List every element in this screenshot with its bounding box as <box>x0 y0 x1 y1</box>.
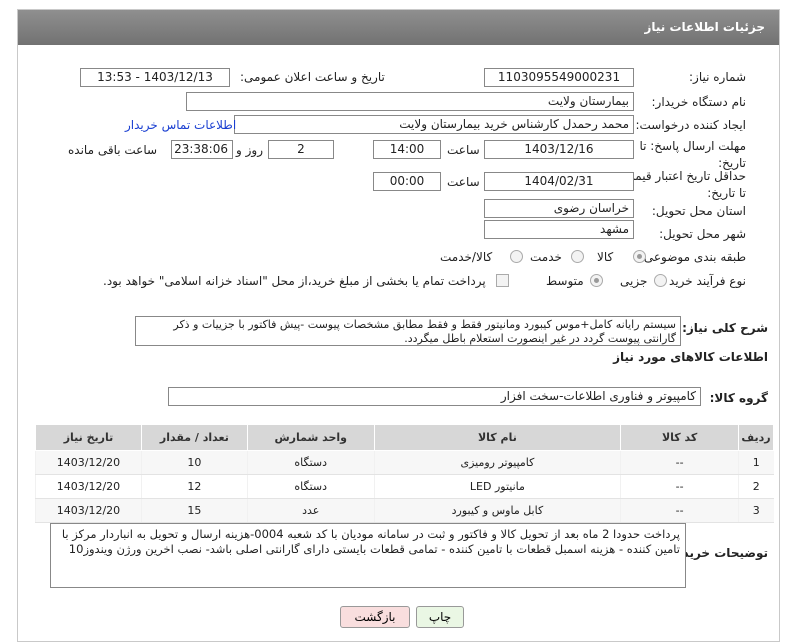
remaining-label: ساعت باقی مانده <box>68 143 158 157</box>
need-number-label: شماره نیاز: <box>689 70 746 84</box>
cell-need-date: 1403/12/20 <box>35 474 142 499</box>
description-field: سیستم رایانه کامل+موس کیبورد ومانیتور فق… <box>135 316 681 346</box>
remaining-time-field: 23:38:06 <box>171 140 233 159</box>
cell-item-code: -- <box>620 450 739 475</box>
creator-label: ایجاد کننده درخواست: <box>635 118 746 132</box>
need-number-field: 1103095549000231 <box>484 68 634 87</box>
col-header-unit: واحد شمارش <box>246 424 375 451</box>
col-header-row-number: ردیف <box>738 424 774 451</box>
cell-quantity: 15 <box>140 498 248 523</box>
cell-unit: دستگاه <box>246 450 375 475</box>
category-label: طبقه بندی موضوعی: <box>639 250 746 264</box>
items-table: ردیف کد کالا نام کالا واحد شمارش تعداد /… <box>35 424 774 523</box>
process-option-minor: جزیی <box>620 274 648 288</box>
col-header-item-name: نام کالا <box>373 424 622 451</box>
cell-quantity: 10 <box>140 450 248 475</box>
province-label: استان محل تحویل: <box>651 204 746 218</box>
creator-field: محمد رحمدل کارشناس خرید بیمارستان ولایت <box>234 115 634 134</box>
deadline-time-field: 14:00 <box>373 140 441 159</box>
buyer-notes-field: پرداخت حدودا 2 ماه بعد از تحویل کالا و ف… <box>50 523 686 588</box>
goods-group-field: کامپیوتر و فناوری اطلاعات-سخت افزار <box>168 387 701 406</box>
buyer-label: نام دستگاه خریدار: <box>651 95 747 109</box>
cell-item-code: -- <box>620 498 739 523</box>
process-label: نوع فرآیند خرید : <box>661 274 746 288</box>
category-radio-goods-service[interactable] <box>510 250 523 263</box>
table-row: 1 -- کامپیوتر رومیزی دستگاه 10 1403/12/2… <box>35 450 774 475</box>
buyer-field: بیمارستان ولایت <box>186 92 634 111</box>
validity-date-field: 1404/02/31 <box>484 172 634 191</box>
validity-time-field: 00:00 <box>373 172 441 191</box>
category-option-goods: کالا <box>597 250 614 264</box>
city-label: شهر محل تحویل: <box>659 227 746 241</box>
cell-row-number: 1 <box>738 450 774 475</box>
cell-need-date: 1403/12/20 <box>35 498 142 523</box>
panel-title: جزئیات اطلاعات نیاز <box>18 10 779 45</box>
cell-item-name: مانیتور LED <box>373 474 621 499</box>
treasury-payment-note: پرداخت تمام یا بخشی از مبلغ خرید،از محل … <box>103 274 486 288</box>
print-button[interactable]: چاپ <box>416 606 464 628</box>
cell-unit: عدد <box>246 498 375 523</box>
cell-unit: دستگاه <box>246 474 375 499</box>
deadline-date-field: 1403/12/16 <box>484 140 634 159</box>
category-radio-goods[interactable] <box>633 250 646 263</box>
cell-row-number: 3 <box>738 498 774 523</box>
back-button[interactable]: بازگشت <box>340 606 410 628</box>
deadline-label: مهلت ارسال پاسخ: تا تاریخ: <box>639 139 746 170</box>
announce-label: تاریخ و ساعت اعلان عمومی: <box>240 70 385 84</box>
description-label: شرح کلی نیاز: <box>682 321 768 335</box>
cell-item-name: کامپیوتر رومیزی <box>373 450 621 475</box>
days-label: روز و <box>236 143 263 157</box>
category-radio-service[interactable] <box>571 250 584 263</box>
process-option-medium: متوسط <box>546 274 584 288</box>
goods-group-label: گروه کالا: <box>709 391 768 405</box>
col-header-quantity: تعداد / مقدار <box>140 424 248 451</box>
table-row: 3 -- کابل ماوس و کیبورد عدد 15 1403/12/2… <box>35 498 774 523</box>
deadline-days-field: 2 <box>268 140 334 159</box>
cell-item-code: -- <box>620 474 739 499</box>
col-header-need-date: تاریخ نیاز <box>35 424 142 451</box>
deadline-time-label: ساعت <box>447 143 480 157</box>
table-row: 2 -- مانیتور LED دستگاه 12 1403/12/20 <box>35 474 774 499</box>
validity-label: حداقل تاریخ اعتبار قیمت: تا تاریخ: <box>619 169 746 200</box>
process-radio-minor[interactable] <box>654 274 667 287</box>
cell-need-date: 1403/12/20 <box>35 450 142 475</box>
announce-field: 1403/12/13 - 13:53 <box>80 68 230 87</box>
cell-quantity: 12 <box>140 474 248 499</box>
col-header-item-code: کد کالا <box>620 424 740 451</box>
cell-item-name: کابل ماوس و کیبورد <box>373 498 621 523</box>
cell-row-number: 2 <box>738 474 774 499</box>
province-field: خراسان رضوی <box>484 199 634 218</box>
goods-section-title: اطلاعات کالاهای مورد نیاز <box>613 350 768 364</box>
validity-time-label: ساعت <box>447 175 480 189</box>
items-table-header-row: ردیف کد کالا نام کالا واحد شمارش تعداد /… <box>35 424 774 451</box>
category-option-goods-service: کالا/خدمت <box>440 250 493 264</box>
buyer-contact-link[interactable]: اطلاعات تماس خریدار <box>125 118 236 132</box>
city-field: مشهد <box>484 220 634 239</box>
treasury-payment-checkbox[interactable] <box>496 274 509 287</box>
category-option-service: خدمت <box>530 250 562 264</box>
process-radio-medium[interactable] <box>590 274 603 287</box>
